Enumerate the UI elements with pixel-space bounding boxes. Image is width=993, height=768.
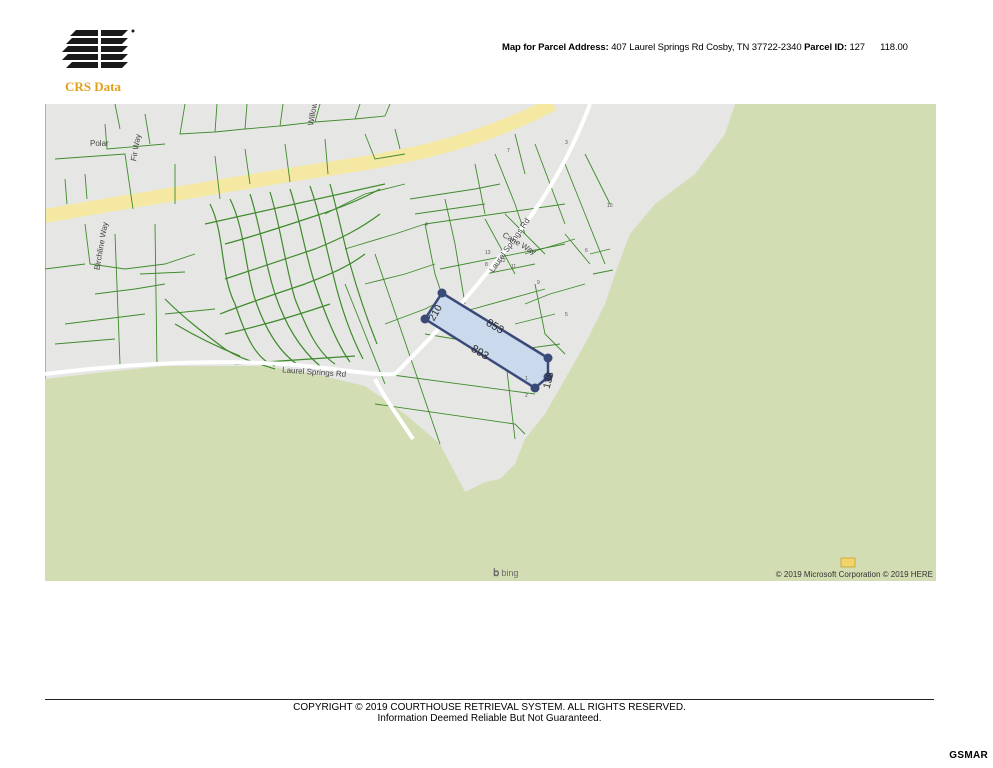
lot-number: 2: [525, 393, 528, 399]
parcel-map[interactable]: 853 893 210 138 Polar Laurel Springs Rd …: [45, 104, 936, 581]
lot-number: 4: [425, 222, 428, 228]
parcel-vertex-handle[interactable]: [530, 383, 540, 393]
copyright-text: COPYRIGHT © 2019 COURTHOUSE RETRIEVAL SY…: [293, 702, 686, 713]
crs-data-logo: CRS Data: [60, 28, 150, 98]
provider-name: bing: [501, 568, 519, 578]
crs-stripes-logo-icon: [62, 28, 135, 72]
lot-number: 10: [607, 203, 613, 209]
bing-logo-icon: 𝖻: [493, 568, 500, 579]
parcel-id-value: 127: [849, 42, 865, 53]
address-label: Map for Parcel Address:: [502, 42, 609, 53]
map-marker-icon: [840, 557, 856, 568]
bing-provider-logo: 𝖻 bing: [493, 568, 518, 579]
lot-number: 7: [507, 148, 510, 154]
lot-number: 12: [500, 258, 506, 264]
parcel-extra-value: 118.00: [880, 42, 908, 53]
lot-number: 1: [525, 376, 528, 382]
map-attribution: © 2019 Microsoft Corporation © 2019 HERE: [775, 570, 933, 579]
lot-number: 5: [565, 312, 568, 318]
parcel-header: Map for Parcel Address: 407 Laurel Sprin…: [502, 42, 908, 53]
footer-divider: [45, 699, 934, 700]
map-canvas[interactable]: 853 893 210 138 Polar Laurel Springs Rd …: [45, 104, 936, 581]
lot-number: 8: [485, 262, 488, 268]
address-value: 407 Laurel Springs Rd Cosby, TN 37722-23…: [611, 42, 802, 53]
parcel-vertex-handle[interactable]: [437, 288, 447, 298]
copyright-block: COPYRIGHT © 2019 COURTHOUSE RETRIEVAL SY…: [45, 702, 934, 724]
logo-text: CRS Data: [65, 79, 121, 94]
lot-number: 11: [511, 264, 516, 270]
lot-number: 6: [585, 248, 588, 254]
lot-number: 9: [537, 280, 540, 286]
lot-number: 3: [565, 140, 568, 146]
disclaimer-text: Information Deemed Reliable But Not Guar…: [377, 713, 602, 724]
parcel-id-label: Parcel ID:: [804, 42, 847, 53]
gsmar-watermark: GSMAR: [949, 750, 988, 761]
road-label-polar: Polar: [90, 139, 109, 148]
lot-number: 13: [485, 250, 491, 256]
parcel-vertex-handle[interactable]: [543, 353, 553, 363]
